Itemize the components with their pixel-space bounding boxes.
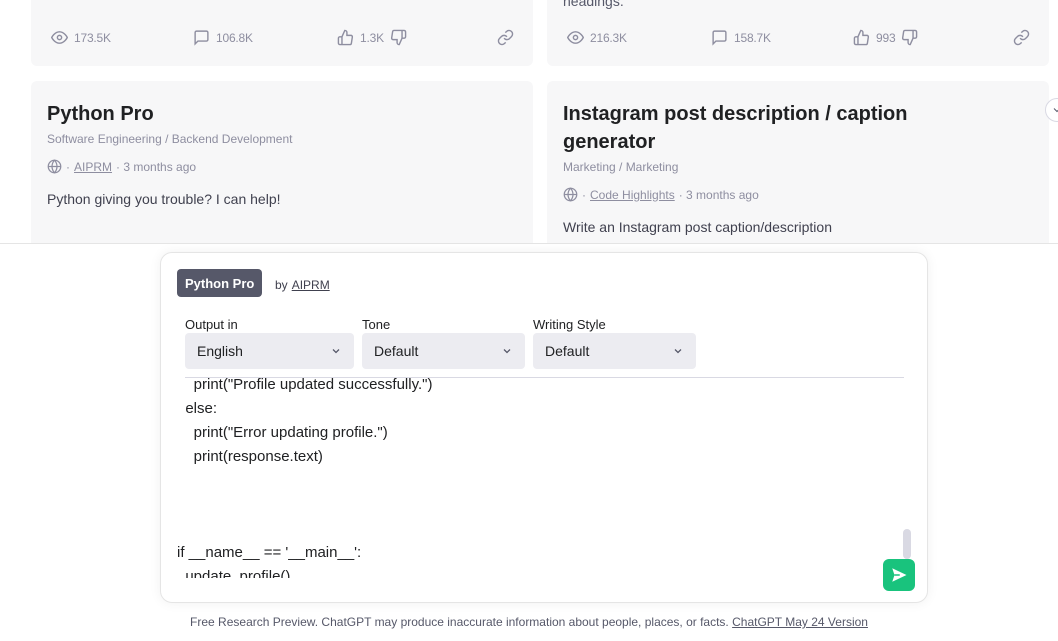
author-link[interactable]: Code Highlights <box>590 188 675 202</box>
card-time: · 3 months ago <box>678 187 759 202</box>
tone-value: Default <box>374 343 419 359</box>
textarea-scrollbar[interactable] <box>903 529 911 559</box>
comments-count: 158.7K <box>734 30 771 45</box>
disclaimer-text: Free Research Preview. ChatGPT may produ… <box>190 615 733 629</box>
views-count: 216.3K <box>590 30 627 45</box>
code-line: print(response.text) <box>177 448 323 465</box>
card-description: Write an Instagram post caption/descript… <box>563 219 832 235</box>
writing-style-label: Writing Style <box>533 317 606 332</box>
card-stats: 173.5K 106.8K 1.3K <box>47 29 525 49</box>
comments-stat: 158.7K <box>711 29 771 46</box>
card-description: Python giving you trouble? I can help! <box>47 191 281 207</box>
likes-count: 993 <box>876 30 896 45</box>
eye-icon <box>567 31 584 44</box>
link-icon[interactable] <box>497 29 514 46</box>
prompt-composer: Python Pro by AIPRM Output in English Ton… <box>160 252 928 603</box>
views-count: 173.5K <box>74 30 111 45</box>
chevron-down-icon <box>503 349 511 354</box>
votes-stat: 993 <box>853 29 918 46</box>
comments-count: 106.8K <box>216 30 253 45</box>
prompt-textarea[interactable]: print("Profile updated successfully.") e… <box>177 378 897 578</box>
code-line: update_profile() <box>177 568 291 578</box>
tone-label: Tone <box>362 317 391 332</box>
copy-link[interactable] <box>497 29 514 46</box>
send-button[interactable] <box>883 559 915 591</box>
card-category: Software Engineering / Backend Developme… <box>47 132 293 146</box>
by-label: by <box>275 278 288 292</box>
footer-disclaimer: Free Research Preview. ChatGPT may produ… <box>0 615 1058 629</box>
thumbs-up-icon[interactable] <box>853 29 870 46</box>
eye-icon <box>51 31 68 44</box>
card-title[interactable]: Instagram post description / caption gen… <box>563 100 1003 156</box>
thumbs-up-icon[interactable] <box>337 29 354 46</box>
comments-stat: 106.8K <box>193 29 253 46</box>
views-stat: 216.3K <box>567 29 627 46</box>
output-language-value: English <box>197 343 243 359</box>
views-stat: 173.5K <box>51 29 111 46</box>
writing-style-select[interactable]: Default <box>533 333 696 369</box>
prompt-card[interactable]: headings. 216.3K 158.7K 993 <box>547 0 1049 66</box>
thumbs-down-icon[interactable] <box>390 29 407 46</box>
code-line: print("Error updating profile.") <box>177 424 388 441</box>
meta-separator: · <box>66 159 70 174</box>
chevron-down-icon <box>1053 108 1058 113</box>
card-time: · 3 months ago <box>116 159 197 174</box>
prompt-author: by AIPRM <box>275 278 330 292</box>
comment-icon <box>194 30 209 46</box>
prompt-card[interactable]: 173.5K 106.8K 1.3K <box>31 0 533 66</box>
copy-link[interactable] <box>1013 29 1030 46</box>
link-icon[interactable] <box>1013 29 1030 46</box>
votes-stat: 1.3K <box>337 29 407 46</box>
card-title[interactable]: Python Pro <box>47 100 487 128</box>
comment-icon <box>712 30 727 46</box>
globe-icon <box>563 187 578 202</box>
likes-count: 1.3K <box>360 30 384 45</box>
code-line: else: <box>177 400 218 417</box>
code-line: print("Profile updated successfully.") <box>177 378 433 393</box>
output-language-select[interactable]: English <box>185 333 354 369</box>
card-meta: · AIPRM · 3 months ago <box>47 159 196 174</box>
version-link[interactable]: ChatGPT May 24 Version <box>732 615 868 629</box>
thumbs-down-icon[interactable] <box>901 29 918 46</box>
writing-style-value: Default <box>545 343 590 359</box>
output-label: Output in <box>185 317 238 332</box>
card-stats: 216.3K 158.7K 993 <box>563 29 1041 49</box>
send-icon <box>892 568 907 582</box>
card-meta: · Code Highlights · 3 months ago <box>563 187 759 202</box>
code-line: if __name__ == '__main__': <box>177 544 362 561</box>
globe-icon <box>47 159 62 174</box>
tone-select[interactable]: Default <box>362 333 525 369</box>
chevron-down-icon <box>674 349 682 354</box>
card-category: Marketing / Marketing <box>563 160 679 174</box>
chevron-down-icon <box>332 349 340 354</box>
meta-separator: · <box>582 187 586 202</box>
author-link[interactable]: AIPRM <box>292 278 330 292</box>
card-description: headings. <box>563 0 624 9</box>
selected-prompt-badge[interactable]: Python Pro <box>177 269 263 297</box>
author-link[interactable]: AIPRM <box>74 160 112 174</box>
